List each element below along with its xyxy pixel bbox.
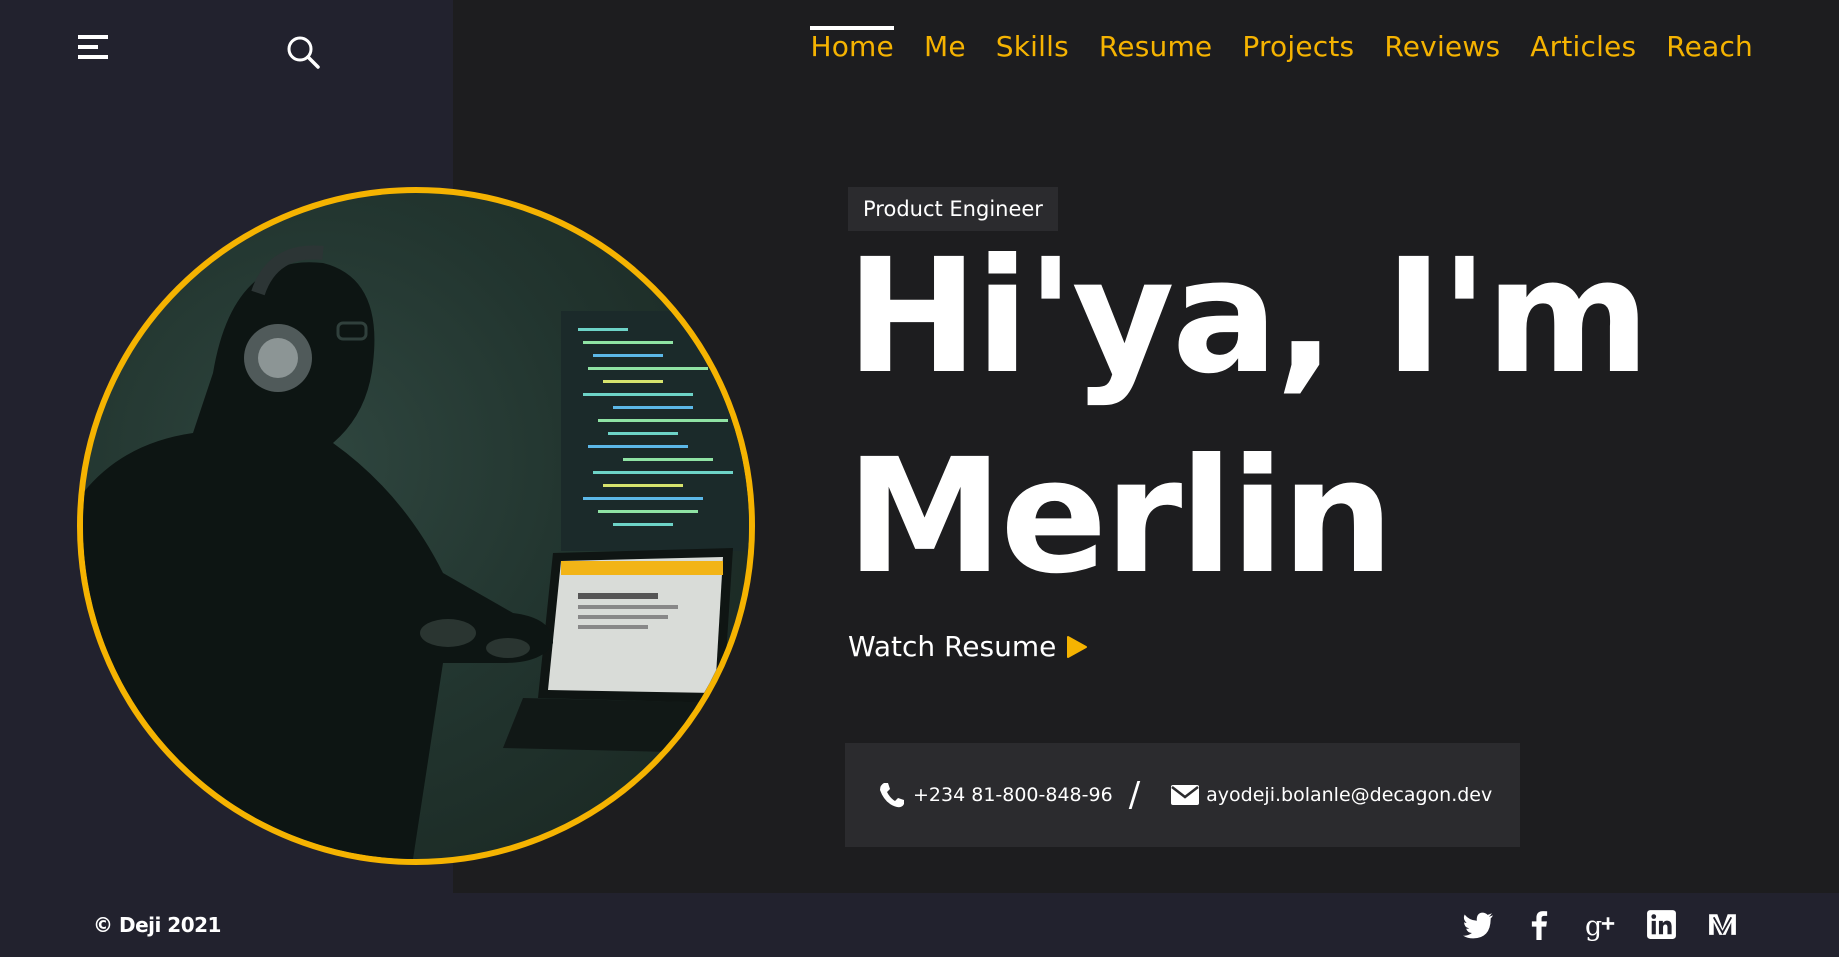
medium-icon[interactable] [1706,908,1739,941]
svg-text:g: g [1585,911,1602,941]
nav-reach[interactable]: Reach [1666,30,1753,63]
watch-resume-button[interactable]: Watch Resume [848,630,1088,663]
envelope-icon [1171,785,1200,805]
google-plus-icon[interactable]: g [1584,908,1617,941]
menu-bar-top [78,35,108,39]
copyright: © Deji 2021 [93,913,221,937]
phone-number: +234 81-800-848-96 [913,784,1113,806]
linkedin-icon[interactable] [1645,908,1678,941]
hero-name: Merlin [846,425,1394,609]
hero-greeting: Hi'ya, I'm [846,225,1650,409]
nav-resume[interactable]: Resume [1099,30,1212,63]
social-links: g [1462,908,1739,941]
phone-icon [880,783,904,808]
developer-illustration [83,245,749,859]
email-address: ayodeji.bolanle@decagon.dev [1206,784,1493,806]
watch-resume-label: Watch Resume [848,630,1057,663]
nav-me[interactable]: Me [924,30,966,63]
menu-bar-middle [78,45,98,49]
footer: © Deji 2021 g [0,893,1839,957]
nav-home[interactable]: Home [810,26,894,63]
menu-bar-bottom [78,55,108,59]
facebook-icon[interactable] [1523,908,1556,941]
play-icon [1067,635,1088,658]
phone-contact[interactable]: +234 81-800-848-96 [877,780,1113,810]
hamburger-menu-icon[interactable] [78,35,110,63]
nav-articles[interactable]: Articles [1530,30,1636,63]
nav-projects[interactable]: Projects [1242,30,1354,63]
search-icon[interactable] [285,34,321,70]
nav-reviews[interactable]: Reviews [1384,30,1500,63]
nav-skills[interactable]: Skills [996,30,1069,63]
main-nav: Home Me Skills Resume Projects Reviews A… [810,26,1753,63]
twitter-icon[interactable] [1462,908,1495,941]
email-contact[interactable]: ayodeji.bolanle@decagon.dev [1170,783,1492,807]
portfolio-page: Home Me Skills Resume Projects Reviews A… [0,0,1839,957]
contact-box: +234 81-800-848-96 / ayodeji.bolanle@dec… [845,743,1520,847]
profile-photo [77,187,755,865]
contact-separator: / [1128,775,1141,815]
